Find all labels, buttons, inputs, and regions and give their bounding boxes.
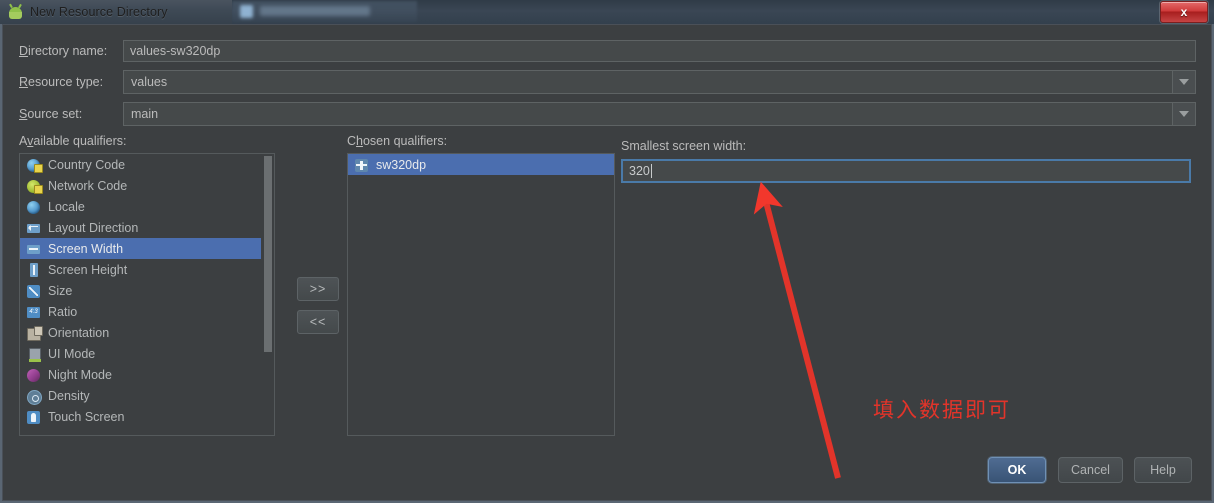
directory-name-label: Directory name: (19, 44, 108, 58)
list-item-label: sw320dp (376, 157, 427, 172)
available-item-locale[interactable]: Locale (20, 196, 274, 217)
available-list-scrollbar[interactable] (261, 154, 274, 435)
list-item-label: Size (48, 283, 73, 298)
dialog-content: Directory name: values-sw320dp Resource … (2, 24, 1212, 501)
globe-icon (26, 199, 42, 215)
arrow-left-icon (26, 220, 42, 236)
source-set-row: Source set: main (19, 102, 1199, 126)
screenshot-root: New Resource Directory x Directory name:… (0, 0, 1214, 503)
chosen-list-rows: sw320dp (348, 154, 614, 175)
close-icon: x (1180, 5, 1188, 19)
available-list-rows: Country Code Network Code Locale Layout Dir… (20, 154, 274, 427)
ui-mode-icon (26, 346, 42, 362)
smallest-screen-width-value: 320 (629, 164, 650, 178)
directory-name-row: Directory name: values-sw320dp (19, 39, 1199, 63)
scrollbar-thumb[interactable] (264, 156, 272, 352)
resource-type-combo[interactable]: values (123, 70, 1196, 94)
available-item-layout-direction[interactable]: Layout Direction (20, 217, 274, 238)
orientation-icon (26, 325, 43, 341)
chosen-qualifiers-label: Chosen qualifiers: (347, 134, 448, 148)
annotation-text: 填入数据即可 (873, 398, 1011, 422)
new-resource-directory-dialog: New Resource Directory x Directory name:… (0, 0, 1214, 503)
add-qualifier-label: >> (309, 282, 327, 296)
help-button[interactable]: Help (1134, 457, 1192, 483)
density-icon (26, 388, 42, 405)
list-item-label: Screen Height (48, 262, 128, 277)
available-qualifiers-list[interactable]: Country Code Network Code Locale Layout Dir… (19, 153, 275, 436)
available-item-country-code[interactable]: Country Code (20, 154, 274, 175)
available-item-size[interactable]: Size (20, 280, 274, 301)
resource-type-row: Resource type: values (19, 70, 1199, 94)
ok-button[interactable]: OK (988, 457, 1046, 483)
chevron-down-icon[interactable] (1172, 71, 1195, 93)
ratio-icon: 4:3 (26, 304, 42, 320)
list-item-label: Locale (48, 199, 85, 214)
available-item-touch-screen[interactable]: Touch Screen (20, 406, 274, 427)
ok-label: OK (1007, 463, 1027, 477)
night-mode-icon (26, 367, 42, 383)
available-item-screen-width[interactable]: Screen Width (20, 238, 274, 259)
list-item-label: Layout Direction (48, 220, 139, 235)
remove-qualifier-button[interactable]: << (297, 310, 339, 334)
available-item-night-mode[interactable]: Night Mode (20, 364, 274, 385)
source-set-value: main (131, 107, 159, 121)
available-item-ratio[interactable]: 4:3 Ratio (20, 301, 274, 322)
source-set-combo[interactable]: main (123, 102, 1196, 126)
available-item-network-code[interactable]: Network Code (20, 175, 274, 196)
close-button[interactable]: x (1160, 1, 1208, 23)
directory-name-input[interactable]: values-sw320dp (123, 40, 1196, 62)
help-label: Help (1150, 463, 1176, 477)
window-title: New Resource Directory (30, 5, 168, 19)
smallest-screen-width-label: Smallest screen width: (621, 139, 747, 153)
list-item-label: UI Mode (48, 346, 96, 361)
chosen-item-sw320dp[interactable]: sw320dp (348, 154, 614, 175)
smallest-width-icon (354, 157, 370, 173)
diagonal-size-icon (26, 283, 42, 299)
list-item-label: Density (48, 388, 90, 403)
chosen-qualifiers-list[interactable]: sw320dp (347, 153, 615, 436)
list-item-label: Network Code (48, 178, 128, 193)
list-item-label: Orientation (48, 325, 110, 340)
list-item-label: Ratio (48, 304, 78, 319)
cancel-button[interactable]: Cancel (1058, 457, 1123, 483)
cancel-label: Cancel (1071, 463, 1110, 477)
list-item-label: Country Code (48, 157, 126, 172)
directory-name-value: values-sw320dp (130, 44, 221, 58)
title-bar: New Resource Directory (0, 0, 232, 24)
available-item-ui-mode[interactable]: UI Mode (20, 343, 274, 364)
touch-screen-icon (26, 409, 42, 425)
available-item-density[interactable]: Density (20, 385, 274, 406)
android-icon (7, 3, 24, 21)
horizontal-resize-icon (26, 241, 42, 257)
list-item-label: Night Mode (48, 367, 112, 382)
chevron-down-icon[interactable] (1172, 103, 1195, 125)
add-qualifier-button[interactable]: >> (297, 277, 339, 301)
source-set-label: Source set: (19, 107, 83, 121)
available-item-screen-height[interactable]: Screen Height (20, 259, 274, 280)
vertical-resize-icon (26, 262, 42, 278)
globe-badge-icon (26, 157, 43, 173)
network-badge-icon (26, 178, 43, 194)
dialog-body: Directory name: values-sw320dp Resource … (0, 24, 1214, 503)
resource-type-value: values (131, 75, 168, 89)
available-qualifiers-label: Available qualifiers: (19, 134, 127, 148)
list-item-label: Touch Screen (48, 409, 125, 424)
resource-type-label: Resource type: (19, 75, 104, 89)
remove-qualifier-label: << (309, 315, 327, 329)
list-item-label: Screen Width (48, 241, 124, 256)
smallest-screen-width-input[interactable]: 320 (621, 159, 1191, 183)
available-item-orientation[interactable]: Orientation (20, 322, 274, 343)
